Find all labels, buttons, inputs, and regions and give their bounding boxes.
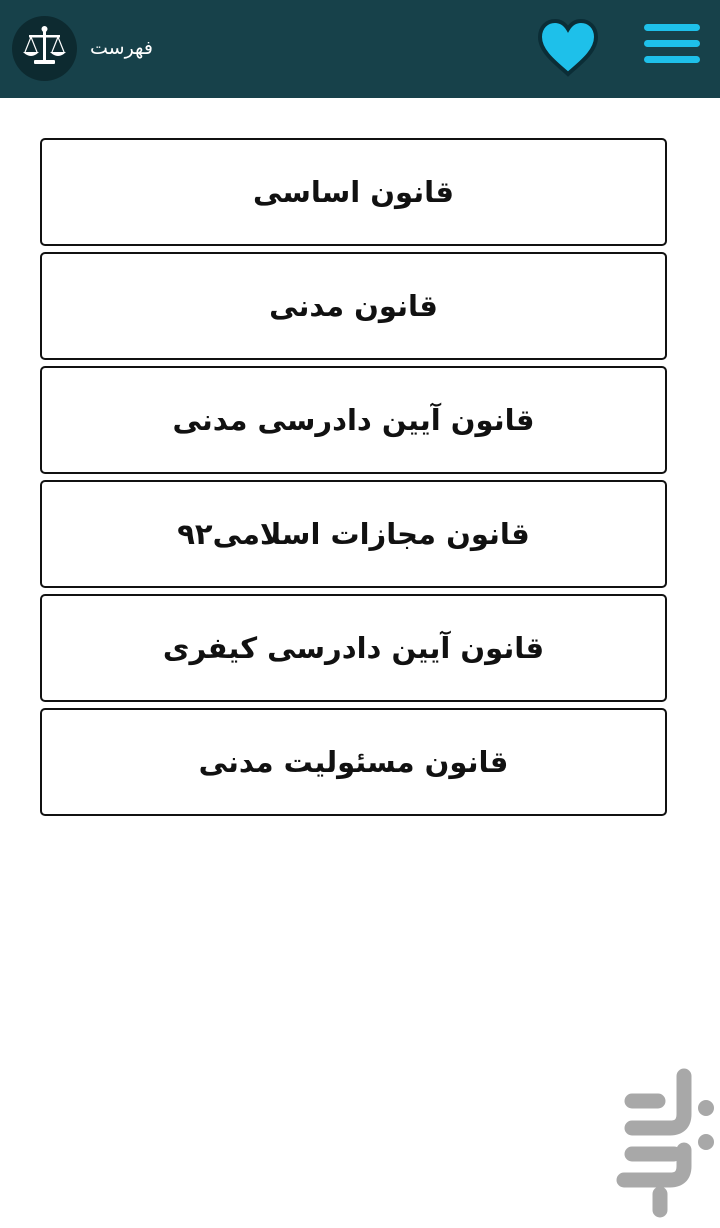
law-list: قانون اساسی قانون مدنی قانون آیین دادرسی… xyxy=(40,138,667,822)
page-title: فهرست xyxy=(90,37,153,59)
law-item-label: قانون آیین دادرسی کیفری xyxy=(162,631,545,665)
law-item-label: قانون مسئولیت مدنی xyxy=(198,745,509,779)
law-item-label: قانون آیین دادرسی مدنی xyxy=(172,403,535,437)
law-item-civil-procedure[interactable]: قانون آیین دادرسی مدنی xyxy=(40,366,667,474)
scales-of-justice-icon xyxy=(12,16,77,81)
hamburger-menu-icon[interactable] xyxy=(644,22,702,66)
top-app-bar: فهرست xyxy=(0,0,720,98)
law-item-islamic-penal-code[interactable]: قانون مجازات اسلامی۹۲ xyxy=(40,480,667,588)
law-item-constitution[interactable]: قانون اساسی xyxy=(40,138,667,246)
law-item-label: قانون مدنی xyxy=(269,289,438,323)
bazaar-logo-icon xyxy=(612,1066,716,1218)
law-item-label: قانون مجازات اسلامی۹۲ xyxy=(177,517,530,551)
law-item-label: قانون اساسی xyxy=(252,175,454,209)
law-item-criminal-procedure[interactable]: قانون آیین دادرسی کیفری xyxy=(40,594,667,702)
menu-bar xyxy=(644,24,700,31)
law-item-civil-liability[interactable]: قانون مسئولیت مدنی xyxy=(40,708,667,816)
menu-bar xyxy=(644,56,700,63)
heart-icon[interactable] xyxy=(535,16,601,80)
menu-bar xyxy=(644,40,700,47)
law-item-civil-code[interactable]: قانون مدنی xyxy=(40,252,667,360)
